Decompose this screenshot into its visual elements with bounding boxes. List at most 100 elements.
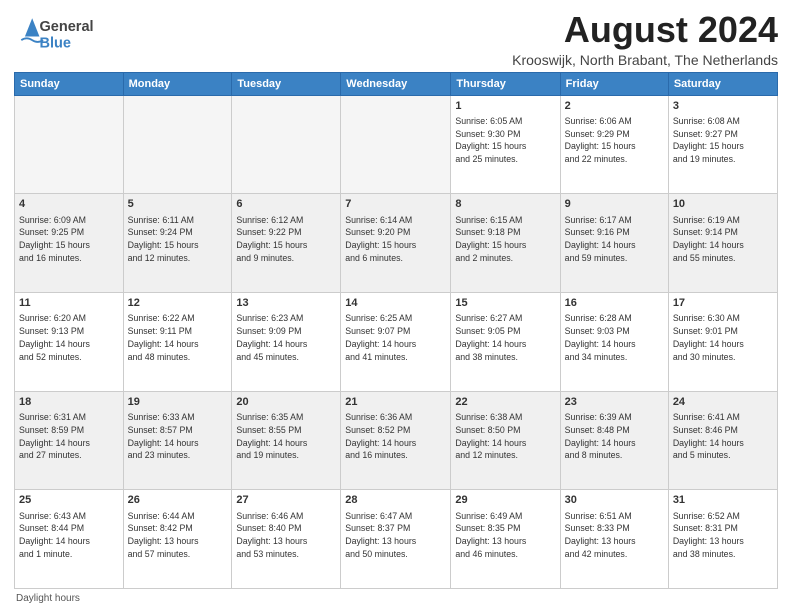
logo-svg: General Blue bbox=[14, 10, 114, 62]
day-info: Sunrise: 6:33 AM Sunset: 8:57 PM Dayligh… bbox=[128, 411, 228, 462]
day-number: 28 bbox=[345, 493, 446, 508]
calendar-cell: 27Sunrise: 6:46 AM Sunset: 8:40 PM Dayli… bbox=[232, 490, 341, 589]
calendar-cell: 9 Sunrise: 6:17 AM Sunset: 9:16 PM Daylig… bbox=[560, 194, 668, 293]
calendar-cell: 13Sunrise: 6:23 AM Sunset: 9:09 PM Dayli… bbox=[232, 292, 341, 391]
weekday-header-friday: Friday bbox=[560, 72, 668, 95]
calendar-cell: 11Sunrise: 6:20 AM Sunset: 9:13 PM Dayli… bbox=[15, 292, 124, 391]
day-info: Sunrise: 6:22 AM Sunset: 9:11 PM Dayligh… bbox=[128, 312, 228, 363]
day-info: Sunrise: 6:41 AM Sunset: 8:46 PM Dayligh… bbox=[673, 411, 773, 462]
day-number: 9 bbox=[565, 197, 664, 212]
calendar-cell: 21Sunrise: 6:36 AM Sunset: 8:52 PM Dayli… bbox=[341, 391, 451, 490]
calendar-cell: 3Sunrise: 6:08 AM Sunset: 9:27 PM Daylig… bbox=[668, 95, 777, 194]
calendar-cell: 19Sunrise: 6:33 AM Sunset: 8:57 PM Dayli… bbox=[123, 391, 232, 490]
calendar-cell: 25Sunrise: 6:43 AM Sunset: 8:44 PM Dayli… bbox=[15, 490, 124, 589]
day-info: Sunrise: 6:51 AM Sunset: 8:33 PM Dayligh… bbox=[565, 510, 664, 561]
day-number: 10 bbox=[673, 197, 773, 212]
day-info: Sunrise: 6:11 AM Sunset: 9:24 PM Dayligh… bbox=[128, 214, 228, 265]
calendar-cell: 2Sunrise: 6:06 AM Sunset: 9:29 PM Daylig… bbox=[560, 95, 668, 194]
day-number: 2 bbox=[565, 99, 664, 114]
day-info: Sunrise: 6:20 AM Sunset: 9:13 PM Dayligh… bbox=[19, 312, 119, 363]
calendar-cell: 6 Sunrise: 6:12 AM Sunset: 9:22 PM Daylig… bbox=[232, 194, 341, 293]
day-number: 13 bbox=[236, 296, 336, 311]
title-block: August 2024 Krooswijk, North Brabant, Th… bbox=[512, 10, 778, 68]
day-number: 1 bbox=[455, 99, 555, 114]
day-info: Sunrise: 6:49 AM Sunset: 8:35 PM Dayligh… bbox=[455, 510, 555, 561]
day-info: Sunrise: 6:44 AM Sunset: 8:42 PM Dayligh… bbox=[128, 510, 228, 561]
day-number: 24 bbox=[673, 395, 773, 410]
day-info: Sunrise: 6:17 AM Sunset: 9:16 PM Dayligh… bbox=[565, 214, 664, 265]
calendar-cell: 20Sunrise: 6:35 AM Sunset: 8:55 PM Dayli… bbox=[232, 391, 341, 490]
day-number: 11 bbox=[19, 296, 119, 311]
week-row-4: 25Sunrise: 6:43 AM Sunset: 8:44 PM Dayli… bbox=[15, 490, 778, 589]
day-number: 23 bbox=[565, 395, 664, 410]
month-title: August 2024 bbox=[512, 10, 778, 50]
day-number: 18 bbox=[19, 395, 119, 410]
calendar-cell: 31Sunrise: 6:52 AM Sunset: 8:31 PM Dayli… bbox=[668, 490, 777, 589]
day-info: Sunrise: 6:15 AM Sunset: 9:18 PM Dayligh… bbox=[455, 214, 555, 265]
day-number: 16 bbox=[565, 296, 664, 311]
header: General Blue August 2024 Krooswijk, Nort… bbox=[14, 10, 778, 68]
day-info: Sunrise: 6:23 AM Sunset: 9:09 PM Dayligh… bbox=[236, 312, 336, 363]
weekday-header-row: SundayMondayTuesdayWednesdayThursdayFrid… bbox=[15, 72, 778, 95]
calendar-cell bbox=[15, 95, 124, 194]
calendar-cell bbox=[232, 95, 341, 194]
day-info: Sunrise: 6:35 AM Sunset: 8:55 PM Dayligh… bbox=[236, 411, 336, 462]
day-info: Sunrise: 6:36 AM Sunset: 8:52 PM Dayligh… bbox=[345, 411, 446, 462]
day-number: 4 bbox=[19, 197, 119, 212]
calendar-cell: 1Sunrise: 6:05 AM Sunset: 9:30 PM Daylig… bbox=[451, 95, 560, 194]
calendar-cell: 15Sunrise: 6:27 AM Sunset: 9:05 PM Dayli… bbox=[451, 292, 560, 391]
day-number: 6 bbox=[236, 197, 336, 212]
day-number: 8 bbox=[455, 197, 555, 212]
calendar-cell bbox=[341, 95, 451, 194]
week-row-3: 18Sunrise: 6:31 AM Sunset: 8:59 PM Dayli… bbox=[15, 391, 778, 490]
day-number: 29 bbox=[455, 493, 555, 508]
day-info: Sunrise: 6:25 AM Sunset: 9:07 PM Dayligh… bbox=[345, 312, 446, 363]
calendar-cell: 17Sunrise: 6:30 AM Sunset: 9:01 PM Dayli… bbox=[668, 292, 777, 391]
weekday-header-sunday: Sunday bbox=[15, 72, 124, 95]
week-row-1: 4 Sunrise: 6:09 AM Sunset: 9:25 PM Daylig… bbox=[15, 194, 778, 293]
day-number: 5 bbox=[128, 197, 228, 212]
calendar-cell: 24Sunrise: 6:41 AM Sunset: 8:46 PM Dayli… bbox=[668, 391, 777, 490]
calendar-cell: 26Sunrise: 6:44 AM Sunset: 8:42 PM Dayli… bbox=[123, 490, 232, 589]
day-number: 7 bbox=[345, 197, 446, 212]
day-info: Sunrise: 6:28 AM Sunset: 9:03 PM Dayligh… bbox=[565, 312, 664, 363]
day-info: Sunrise: 6:12 AM Sunset: 9:22 PM Dayligh… bbox=[236, 214, 336, 265]
calendar-cell: 28 Sunrise: 6:47 AM Sunset: 8:37 PM Dayli… bbox=[341, 490, 451, 589]
calendar-cell: 22Sunrise: 6:38 AM Sunset: 8:50 PM Dayli… bbox=[451, 391, 560, 490]
weekday-header-tuesday: Tuesday bbox=[232, 72, 341, 95]
day-info: Sunrise: 6:52 AM Sunset: 8:31 PM Dayligh… bbox=[673, 510, 773, 561]
day-info: Sunrise: 6:27 AM Sunset: 9:05 PM Dayligh… bbox=[455, 312, 555, 363]
day-number: 19 bbox=[128, 395, 228, 410]
footer-note: Daylight hours bbox=[14, 593, 778, 604]
calendar-cell: 23Sunrise: 6:39 AM Sunset: 8:48 PM Dayli… bbox=[560, 391, 668, 490]
day-info: Sunrise: 6:43 AM Sunset: 8:44 PM Dayligh… bbox=[19, 510, 119, 561]
day-info: Sunrise: 6:31 AM Sunset: 8:59 PM Dayligh… bbox=[19, 411, 119, 462]
calendar-cell: 5 Sunrise: 6:11 AM Sunset: 9:24 PM Daylig… bbox=[123, 194, 232, 293]
day-number: 20 bbox=[236, 395, 336, 410]
day-info: Sunrise: 6:47 AM Sunset: 8:37 PM Dayligh… bbox=[345, 510, 446, 561]
day-number: 17 bbox=[673, 296, 773, 311]
svg-text:General: General bbox=[39, 19, 93, 35]
day-number: 14 bbox=[345, 296, 446, 311]
week-row-2: 11Sunrise: 6:20 AM Sunset: 9:13 PM Dayli… bbox=[15, 292, 778, 391]
day-info: Sunrise: 6:09 AM Sunset: 9:25 PM Dayligh… bbox=[19, 214, 119, 265]
calendar-cell: 8 Sunrise: 6:15 AM Sunset: 9:18 PM Daylig… bbox=[451, 194, 560, 293]
page: General Blue August 2024 Krooswijk, Nort… bbox=[0, 0, 792, 612]
week-row-0: 1Sunrise: 6:05 AM Sunset: 9:30 PM Daylig… bbox=[15, 95, 778, 194]
day-info: Sunrise: 6:14 AM Sunset: 9:20 PM Dayligh… bbox=[345, 214, 446, 265]
logo: General Blue bbox=[14, 10, 114, 62]
day-info: Sunrise: 6:06 AM Sunset: 9:29 PM Dayligh… bbox=[565, 115, 664, 166]
calendar-cell: 4 Sunrise: 6:09 AM Sunset: 9:25 PM Daylig… bbox=[15, 194, 124, 293]
day-info: Sunrise: 6:39 AM Sunset: 8:48 PM Dayligh… bbox=[565, 411, 664, 462]
day-number: 30 bbox=[565, 493, 664, 508]
weekday-header-saturday: Saturday bbox=[668, 72, 777, 95]
calendar-cell: 14Sunrise: 6:25 AM Sunset: 9:07 PM Dayli… bbox=[341, 292, 451, 391]
day-info: Sunrise: 6:08 AM Sunset: 9:27 PM Dayligh… bbox=[673, 115, 773, 166]
day-number: 15 bbox=[455, 296, 555, 311]
day-number: 3 bbox=[673, 99, 773, 114]
calendar-cell: 30 Sunrise: 6:51 AM Sunset: 8:33 PM Dayli… bbox=[560, 490, 668, 589]
daylight-label: Daylight hours bbox=[16, 593, 80, 604]
calendar-cell: 18Sunrise: 6:31 AM Sunset: 8:59 PM Dayli… bbox=[15, 391, 124, 490]
weekday-header-thursday: Thursday bbox=[451, 72, 560, 95]
calendar-cell: 10Sunrise: 6:19 AM Sunset: 9:14 PM Dayli… bbox=[668, 194, 777, 293]
